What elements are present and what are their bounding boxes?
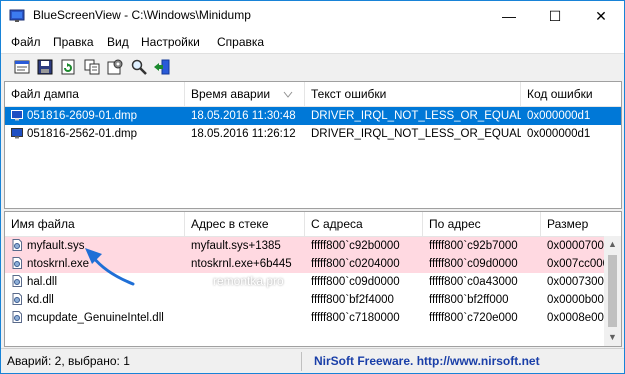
to-address-cell: fffff800`c720e000 <box>429 312 518 324</box>
module-file-icon <box>12 257 22 269</box>
dump-file-cell: 051816-2609-01.dmp <box>5 107 185 125</box>
close-button[interactable]: ✕ <box>578 1 624 31</box>
bug-text-cell: DRIVER_IRQL_NOT_LESS_OR_EQUAL <box>311 110 521 122</box>
menu-bar: Файл Правка Вид Настройки Справка <box>1 31 624 53</box>
status-separator <box>301 352 302 371</box>
scroll-up-icon[interactable]: ▲ <box>604 236 621 253</box>
module-name: hal.dll <box>27 276 58 288</box>
module-row[interactable]: ntoskrnl.exe ntoskrnl.exe+6b445 fffff800… <box>5 255 621 273</box>
column-file-name[interactable]: Имя файла <box>5 212 185 236</box>
watermark-text: remontka.pro <box>213 274 284 288</box>
module-list[interactable]: Имя файла Адрес в стеке С адреса По адре… <box>4 211 622 347</box>
from-address-cell: fffff800`bf2f4000 <box>311 294 394 306</box>
size-cell: 0x00007000 <box>547 240 605 252</box>
properties-icon[interactable] <box>13 58 31 76</box>
main-window: BlueScreenView - C:\Windows\Minidump — ☐… <box>0 0 625 374</box>
dump-row[interactable]: 051816-2609-01.dmp 18.05.2016 11:30:48 D… <box>5 107 621 125</box>
module-file-icon <box>12 311 22 323</box>
status-crash-count: Аварий: 2, выбрано: 1 <box>7 354 130 368</box>
to-address-cell: fffff800`c0a43000 <box>429 276 518 288</box>
scroll-thumb[interactable] <box>608 255 617 327</box>
sort-arrow-icon <box>283 91 293 98</box>
dump-file-name: 051816-2562-01.dmp <box>27 128 137 140</box>
module-name-cell: ntoskrnl.exe <box>5 255 185 273</box>
column-from-address[interactable]: С адреса <box>305 212 423 236</box>
module-name: kd.dll <box>27 294 54 306</box>
stack-address-cell: myfault.sys+1385 <box>191 240 281 252</box>
save-icon[interactable] <box>36 58 54 76</box>
column-crash-time-label: Время аварии <box>191 87 271 101</box>
stack-address-cell: ntoskrnl.exe+6b445 <box>191 258 292 270</box>
size-cell: 0x0008e000 <box>547 312 605 324</box>
module-name: ntoskrnl.exe <box>27 258 90 270</box>
module-file-icon <box>12 293 22 305</box>
module-list-scrollbar[interactable]: ▲ ▼ <box>604 236 621 346</box>
title-bar[interactable]: BlueScreenView - C:\Windows\Minidump — ☐… <box>1 1 624 31</box>
module-file-icon <box>12 275 22 287</box>
find-icon[interactable] <box>130 58 148 76</box>
menu-file[interactable]: Файл <box>11 35 41 49</box>
menu-edit[interactable]: Правка <box>53 35 94 49</box>
toolbar <box>1 53 624 82</box>
bug-text-cell: DRIVER_IRQL_NOT_LESS_OR_EQUAL <box>311 128 521 140</box>
status-bar: Аварий: 2, выбрано: 1 NirSoft Freeware. … <box>1 348 624 373</box>
menu-view[interactable]: Вид <box>107 35 129 49</box>
from-address-cell: fffff800`c92b0000 <box>311 240 400 252</box>
module-row[interactable]: kd.dll fffff800`bf2f4000 fffff800`bf2ff0… <box>5 291 621 309</box>
refresh-icon[interactable] <box>59 58 77 76</box>
nirsoft-link[interactable]: NirSoft Freeware. http://www.nirsoft.net <box>314 354 540 368</box>
exit-icon[interactable] <box>153 58 171 76</box>
window-title: BlueScreenView - C:\Windows\Minidump <box>33 8 251 22</box>
module-row[interactable]: myfault.sys myfault.sys+1385 fffff800`c9… <box>5 237 621 255</box>
to-address-cell: fffff800`bf2ff000 <box>429 294 509 306</box>
column-stack-address[interactable]: Адрес в стеке <box>185 212 305 236</box>
stack-address-cell <box>185 291 305 309</box>
module-name-cell: myfault.sys <box>5 237 185 255</box>
minimize-button[interactable]: — <box>486 1 532 31</box>
from-address-cell: fffff800`c0204000 <box>311 258 400 270</box>
dump-file-icon <box>11 110 23 121</box>
module-name: mcupdate_GenuineIntel.dll <box>27 312 164 324</box>
scroll-down-icon[interactable]: ▼ <box>604 329 621 346</box>
column-bug-text[interactable]: Текст ошибки <box>305 82 521 106</box>
dump-file-cell: 051816-2562-01.dmp <box>5 125 185 143</box>
options-icon[interactable] <box>106 58 124 76</box>
column-size[interactable]: Размер <box>541 212 621 236</box>
dump-row[interactable]: 051816-2562-01.dmp 18.05.2016 11:26:12 D… <box>5 125 621 143</box>
module-row[interactable]: hal.dll fffff800`c09d0000 fffff800`c0a43… <box>5 273 621 291</box>
crash-time-cell: 18.05.2016 11:30:48 <box>191 110 296 122</box>
to-address-cell: fffff800`c09d0000 <box>429 258 518 270</box>
size-cell: 0x007cc000 <box>547 258 605 270</box>
from-address-cell: fffff800`c7180000 <box>311 312 400 324</box>
crash-time-cell: 18.05.2016 11:26:12 <box>191 128 296 140</box>
module-row[interactable]: mcupdate_GenuineIntel.dll fffff800`c7180… <box>5 309 621 327</box>
stack-address-cell <box>185 309 305 327</box>
module-name-cell: kd.dll <box>5 291 185 309</box>
column-crash-time[interactable]: Время аварии <box>185 82 305 106</box>
size-cell: 0x0000b000 <box>547 294 605 306</box>
bug-code-cell: 0x000000d1 <box>527 128 591 140</box>
dump-file-icon <box>11 128 23 139</box>
module-file-icon <box>12 239 22 251</box>
dump-list-header: Файл дампа Время аварии Текст ошибки Код… <box>5 82 621 107</box>
dump-file-name: 051816-2609-01.dmp <box>27 110 137 122</box>
column-dump-file[interactable]: Файл дампа <box>5 82 185 106</box>
from-address-cell: fffff800`c09d0000 <box>311 276 400 288</box>
module-list-header: Имя файла Адрес в стеке С адреса По адре… <box>5 212 621 237</box>
to-address-cell: fffff800`c92b7000 <box>429 240 518 252</box>
module-name: myfault.sys <box>27 240 85 252</box>
column-to-address[interactable]: По адрес <box>423 212 541 236</box>
dump-list[interactable]: Файл дампа Время аварии Текст ошибки Код… <box>4 81 622 209</box>
bluescreen-app-icon <box>9 9 25 22</box>
menu-help[interactable]: Справка <box>217 35 264 49</box>
module-name-cell: mcupdate_GenuineIntel.dll <box>5 309 185 327</box>
size-cell: 0x00073000 <box>547 276 605 288</box>
column-bug-code[interactable]: Код ошибки <box>521 82 621 106</box>
maximize-button[interactable]: ☐ <box>532 1 578 31</box>
module-name-cell: hal.dll <box>5 273 185 291</box>
menu-settings[interactable]: Настройки <box>141 35 200 49</box>
copy-icon[interactable] <box>83 58 101 76</box>
bug-code-cell: 0x000000d1 <box>527 110 591 122</box>
